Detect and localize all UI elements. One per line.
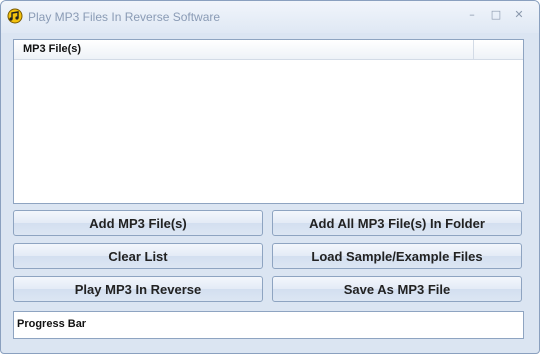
- column-header-filler: [474, 40, 523, 59]
- title-bar[interactable]: Play MP3 Files In Reverse Software – □ ✕: [1, 1, 539, 33]
- mp3-file-list[interactable]: MP3 File(s): [13, 39, 524, 204]
- app-logo-icon: [7, 8, 23, 24]
- load-sample-button[interactable]: Load Sample/Example Files: [272, 243, 522, 269]
- column-header-mp3-files[interactable]: MP3 File(s): [14, 40, 474, 59]
- minimize-icon[interactable]: –: [464, 7, 480, 23]
- progress-bar: Progress Bar: [13, 311, 524, 339]
- list-header: MP3 File(s): [14, 40, 523, 60]
- app-window: Play MP3 Files In Reverse Software – □ ✕…: [0, 0, 540, 354]
- save-as-button[interactable]: Save As MP3 File: [272, 276, 522, 302]
- progress-label: Progress Bar: [17, 318, 87, 330]
- add-files-button[interactable]: Add MP3 File(s): [13, 210, 263, 236]
- window-title: Play MP3 Files In Reverse Software: [28, 10, 221, 24]
- clear-list-button[interactable]: Clear List: [13, 243, 263, 269]
- close-icon[interactable]: ✕: [511, 7, 527, 23]
- play-reverse-button[interactable]: Play MP3 In Reverse: [13, 276, 263, 302]
- maximize-icon[interactable]: □: [488, 7, 504, 23]
- add-folder-button[interactable]: Add All MP3 File(s) In Folder: [272, 210, 522, 236]
